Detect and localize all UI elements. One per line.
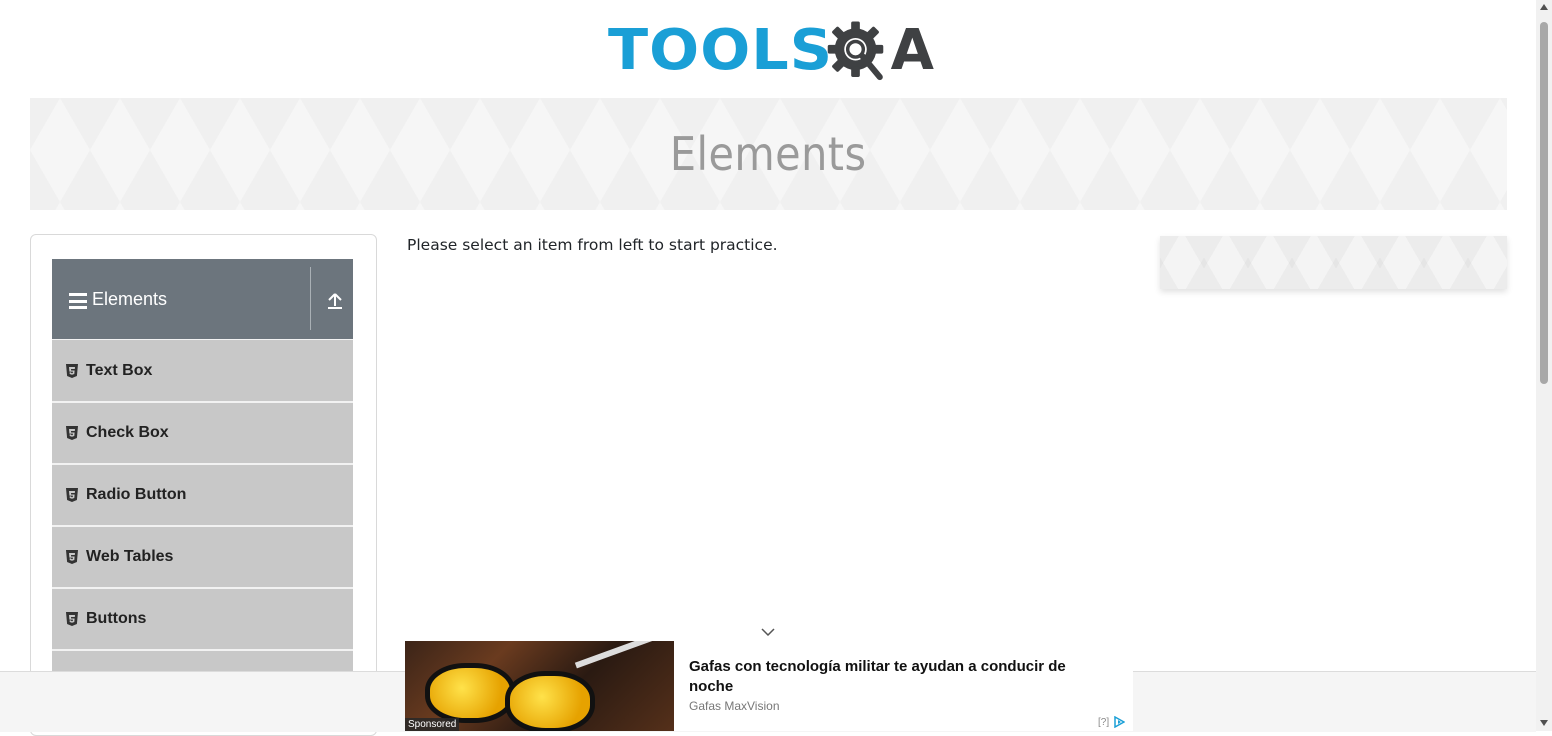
sidebar-group-header-elements[interactable]: Elements [52,259,353,339]
sidebar-item-check-box[interactable]: Check Box [52,401,353,463]
sidebar-item-radio-button[interactable]: Radio Button [52,463,353,525]
page-banner: Elements [30,98,1507,210]
html5-icon [66,426,78,440]
sidebar-menu-list: Text Box Check Box Radio Button Web Tabl… [52,339,353,711]
page-title: Elements [670,127,867,181]
html5-icon [66,488,78,502]
ad-info[interactable]: [?] [1098,716,1126,728]
html5-icon [66,550,78,564]
scroll-down-arrow-icon[interactable] [1540,720,1548,726]
sidebar-group-label: Elements [92,288,168,309]
ad-info-label[interactable]: [?] [1098,717,1109,728]
sidebar-item-text-box[interactable]: Text Box [52,339,353,401]
sidebar-item-label: Buttons [86,610,147,627]
scroll-up-arrow-icon[interactable] [1540,4,1548,10]
logo-qa-text: A [890,18,934,83]
sidebar-item-label: Text Box [86,361,153,379]
sponsored-label: Sponsored [405,718,460,731]
ad-image-lens [425,663,515,723]
page-scrollbar[interactable] [1536,0,1552,731]
html5-icon [66,612,78,626]
sidebar-item-label: Check Box [86,424,169,441]
instruction-text: Please select an item from left to start… [407,236,778,254]
ad-headline[interactable]: Gafas con tecnología militar te ayudan a… [689,657,1109,697]
adchoices-icon[interactable] [1113,716,1126,728]
right-ad-placeholder [1160,236,1507,289]
sidebar-item-label: Web Tables [86,548,174,565]
header-divider [310,267,311,330]
menu-icon [69,293,87,309]
scroll-thumb[interactable] [1540,22,1548,384]
ad-image-frame [574,641,674,707]
sidebar-item-buttons[interactable]: Buttons [52,587,353,649]
html5-icon [66,363,78,378]
ad-advertiser[interactable]: Gafas MaxVision [689,699,780,713]
gear-search-icon [828,21,884,81]
sidebar-item-label: Radio Button [86,486,187,503]
sidebar-panel: Elements Text Box Check Box Radio Button… [30,234,377,736]
upload-arrow-icon[interactable] [320,289,350,313]
logo-tools-text: TOOLS [608,18,834,83]
sponsored-ad[interactable]: Sponsored Gafas con tecnología militar t… [405,641,1133,731]
sidebar-item-web-tables[interactable]: Web Tables [52,525,353,587]
site-logo[interactable]: TOOLS A [608,12,934,90]
chevron-down-icon[interactable] [760,626,776,638]
ad-image[interactable]: Sponsored [405,641,674,731]
